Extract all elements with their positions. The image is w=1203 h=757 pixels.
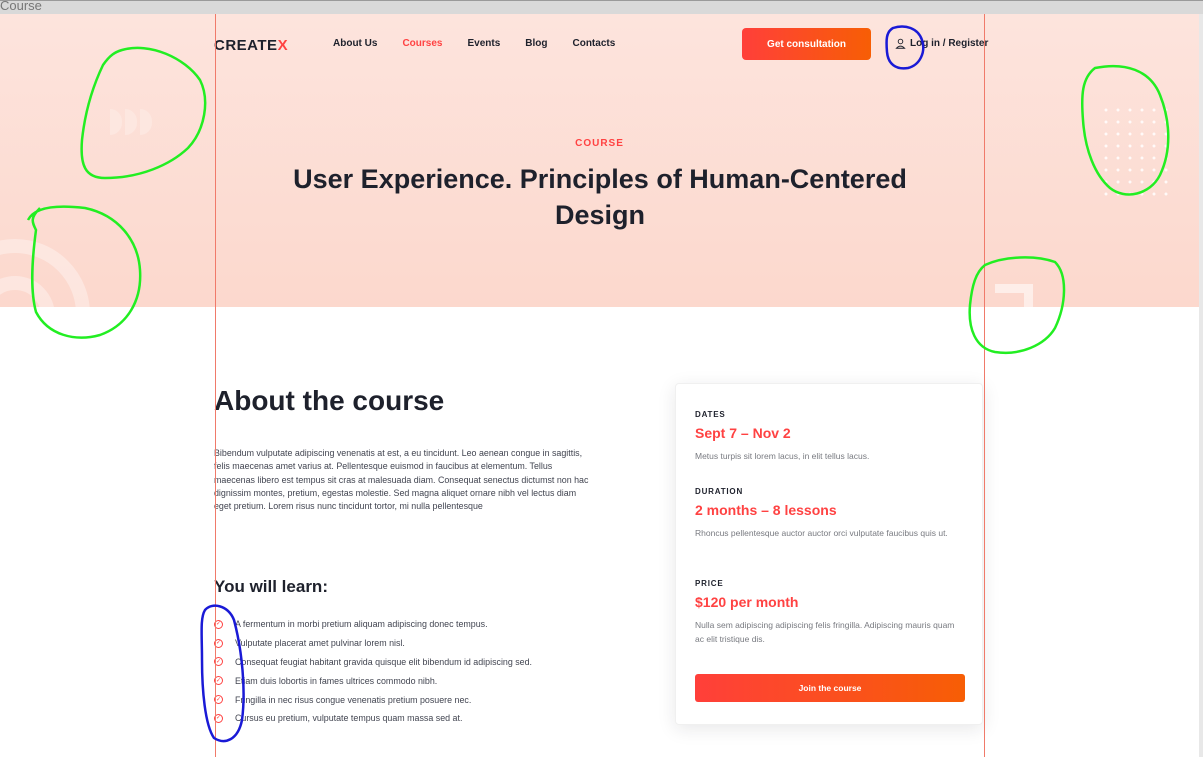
list-item: ✓ A fermentum in morbi pretium aliquam ad… xyxy=(214,615,532,634)
nav-about-us[interactable]: About Us xyxy=(333,38,377,49)
user-icon xyxy=(895,38,906,49)
browser-tab-title[interactable]: Course xyxy=(0,0,42,13)
login-register-link[interactable]: Log in / Register xyxy=(895,38,988,49)
list-item-text: Etiam duis lobortis in fames ultrices co… xyxy=(235,675,438,686)
list-item-text: A fermentum in morbi pretium aliquam adi… xyxy=(235,619,488,630)
list-item-text: Consequat feugiat habitant gravida quisq… xyxy=(235,656,533,667)
get-consultation-button[interactable]: Get consultation xyxy=(742,28,871,60)
learn-list: ✓ A fermentum in morbi pretium aliquam ad… xyxy=(214,615,532,728)
learn-heading: You will learn: xyxy=(214,577,328,596)
about-text: Bibendum vulputate adipiscing venenatis … xyxy=(214,448,589,512)
list-item-text: Fringilla in nec risus congue venenatis … xyxy=(235,694,472,705)
duration-description: Rhoncus pellentesque auctor auctor orci … xyxy=(695,528,948,538)
nav-contacts[interactable]: Contacts xyxy=(572,38,615,49)
dates-label: DATES xyxy=(695,410,726,419)
price-description: Nulla sem adipiscing adipiscing felis fr… xyxy=(695,620,955,644)
list-item-text: Cursus eu pretium, vulputate tempus quam… xyxy=(235,713,463,724)
main-nav: About Us Courses Events Blog Contacts xyxy=(333,38,640,49)
dates-description: Metus turpis sit lorem lacus, in elit te… xyxy=(695,451,870,461)
duration-label: DURATION xyxy=(695,487,744,496)
login-label: Log in / Register xyxy=(910,38,989,49)
guide-line-right xyxy=(984,14,985,757)
guide-line-left xyxy=(215,14,216,757)
list-item: ✓ Consequat feugiat habitant gravida quis… xyxy=(214,653,532,672)
dates-value: Sept 7 – Nov 2 xyxy=(695,425,791,441)
list-item: ✓ Etiam duis lobortis in fames ultrices c… xyxy=(214,671,532,690)
list-item: ✓ Vulputate placerat amet pulvinar lorem … xyxy=(214,634,532,653)
price-label: PRICE xyxy=(695,579,724,588)
nav-blog[interactable]: Blog xyxy=(525,38,547,49)
corner-decoration-icon xyxy=(995,284,1033,307)
hero-eyebrow: COURSE xyxy=(575,138,624,149)
list-item: ✓ Fringilla in nec risus congue venenatis… xyxy=(214,690,532,709)
page-scrollbar[interactable] xyxy=(1199,14,1203,757)
page: Course CREATEX About Us Courses Events B… xyxy=(0,0,1203,757)
list-item: ✓ Cursus eu pretium, vulputate tempus qua… xyxy=(214,709,532,728)
price-value: $120 per month xyxy=(695,594,799,610)
join-course-button[interactable]: Join the course xyxy=(695,674,965,702)
duration-value: 2 months – 8 lessons xyxy=(695,502,837,518)
about-heading: About the course xyxy=(214,385,445,416)
nav-events[interactable]: Events xyxy=(467,38,500,49)
list-item-text: Vulputate placerat amet pulvinar lorem n… xyxy=(235,638,405,649)
dot-grid-decoration-icon xyxy=(1100,104,1172,204)
nav-courses[interactable]: Courses xyxy=(402,38,442,49)
browser-tab-strip: Course xyxy=(0,0,1203,14)
page-title: User Experience. Principles of Human-Cen… xyxy=(293,164,907,230)
chevrons-decoration-icon xyxy=(110,109,152,135)
course-info-card: DATES Sept 7 – Nov 2 Metus turpis sit lo… xyxy=(675,383,983,725)
createx-logo[interactable]: CREATEX xyxy=(214,37,288,54)
